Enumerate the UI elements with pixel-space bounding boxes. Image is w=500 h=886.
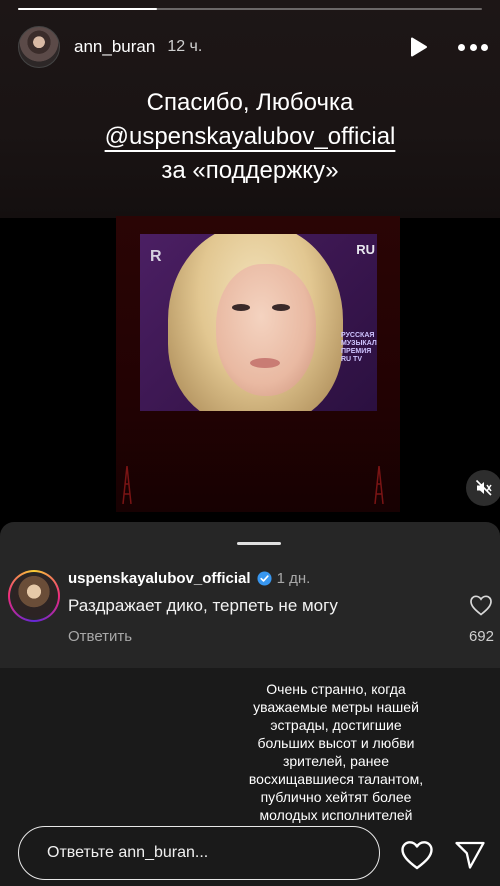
mute-button[interactable] <box>466 470 500 506</box>
story-progress-fill <box>18 8 158 10</box>
photo-left-eye <box>232 304 250 311</box>
tower-icon-left <box>122 466 132 504</box>
story-username[interactable]: ann_buran <box>74 37 155 57</box>
video-photo: R RU РУССКАЯ МУЗЫКАЛЬНАЯ ПРЕМИЯ RU TV <box>140 234 377 411</box>
comment-username-row: uspenskayalubov_official 1 дн. <box>68 570 310 587</box>
more-options-icon[interactable] <box>458 42 488 52</box>
story-header: ann_buran 12 ч. <box>18 26 488 68</box>
comment-time: 1 дн. <box>276 570 311 587</box>
photo-logo-r: R <box>150 248 162 265</box>
story-time: 12 ч. <box>167 38 203 55</box>
story-caption: Спасибо, Любочка @uspenskayalubov_offici… <box>0 86 500 188</box>
comment-username[interactable]: uspenskayalubov_official <box>68 570 251 587</box>
comment-avatar[interactable] <box>8 570 60 622</box>
caption-mention-link[interactable]: @uspenskayalubov_official <box>105 120 396 154</box>
comment-sheet <box>0 522 500 668</box>
comment-reply-button[interactable]: Ответить <box>68 628 132 645</box>
reply-input[interactable] <box>18 826 380 880</box>
comment-like-count: 692 <box>468 628 494 645</box>
caption-line-3: за «поддержку» <box>161 157 339 184</box>
play-icon[interactable] <box>406 35 430 59</box>
photo-right-eye <box>272 304 290 311</box>
story-progress-bar <box>18 8 482 10</box>
photo-face-shape <box>216 264 316 396</box>
send-icon[interactable] <box>454 840 486 870</box>
verified-badge-icon <box>257 571 272 586</box>
heart-icon[interactable] <box>400 840 434 870</box>
photo-logo: RU <box>356 242 375 257</box>
sheet-drag-handle[interactable] <box>237 542 281 545</box>
speaker-muted-icon <box>475 479 492 496</box>
photo-lips <box>250 358 280 368</box>
photo-premium-text: РУССКАЯ МУЗЫКАЛЬНАЯ ПРЕМИЯ RU TV <box>341 332 377 363</box>
story-note-text: Очень странно, когда уважаемые метры наш… <box>248 681 424 823</box>
comment-like-heart-icon[interactable] <box>469 594 493 616</box>
caption-line-1: Спасибо, Любочка <box>146 89 354 116</box>
comment-text: Раздражает дико, терпеть не могу <box>68 596 338 615</box>
avatar[interactable] <box>18 26 60 68</box>
tower-icon-right <box>374 466 384 504</box>
